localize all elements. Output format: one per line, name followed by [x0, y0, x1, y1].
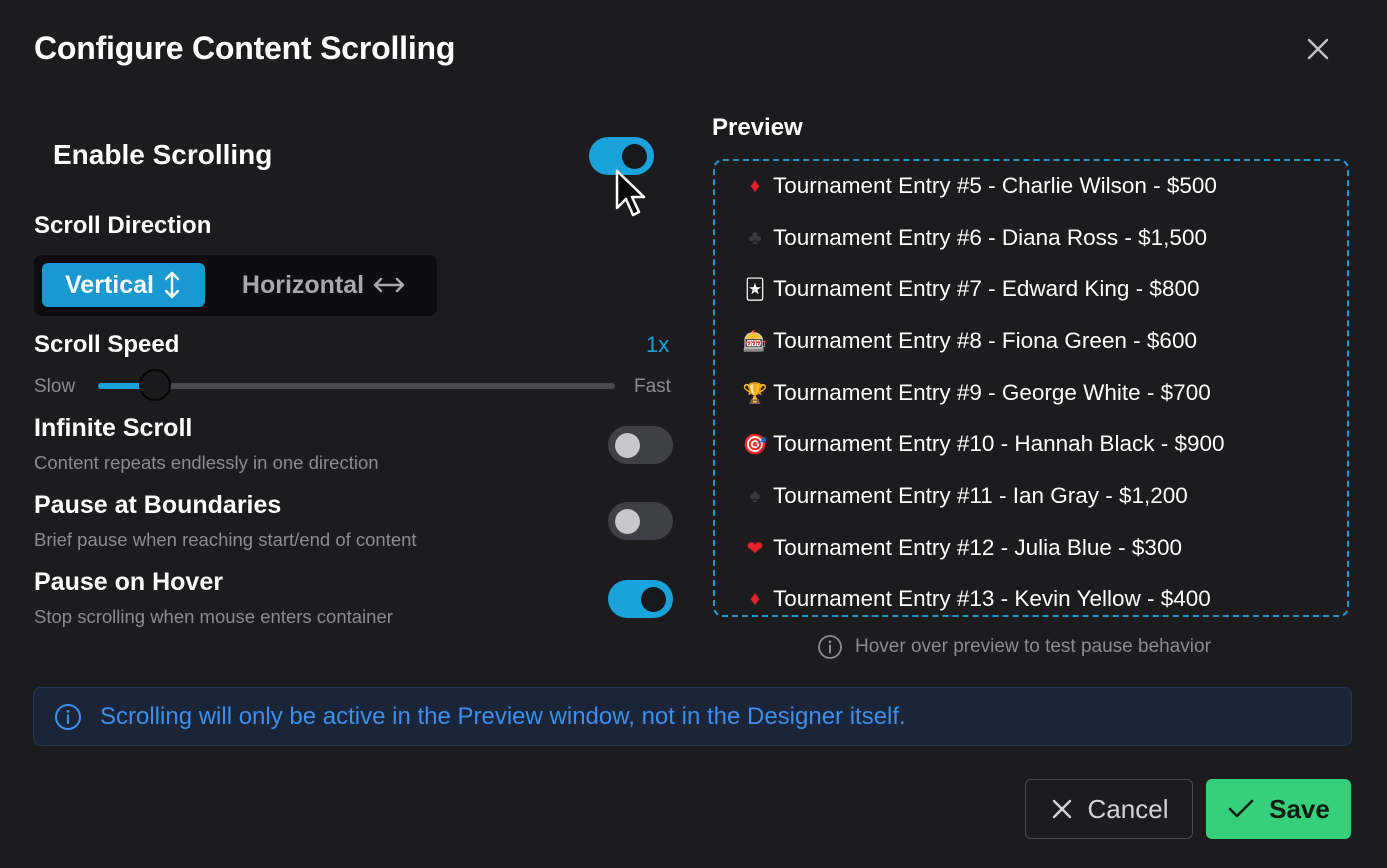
vertical-label: Vertical: [65, 270, 154, 299]
close-icon: [1307, 38, 1329, 60]
info-icon: [55, 704, 81, 730]
entry-text: Tournament Entry #8 - Fiona Green - $600: [773, 328, 1197, 353]
info-banner-text: Scrolling will only be active in the Pre…: [100, 703, 906, 730]
toggle-knob: [641, 587, 666, 612]
info-icon: [818, 635, 842, 659]
scroll-direction-label: Scroll Direction: [34, 212, 212, 239]
target-icon: 🎯: [742, 433, 768, 456]
slot-machine-icon: 🎰: [742, 330, 768, 353]
pause-at-boundaries-toggle[interactable]: [608, 502, 673, 540]
horizontal-label: Horizontal: [241, 270, 365, 299]
vertical-arrows-icon: [164, 271, 180, 299]
entry-text: Tournament Entry #9 - George White - $70…: [773, 380, 1211, 405]
entry-text: Tournament Entry #11 - Ian Gray - $1,200: [773, 483, 1188, 508]
cancel-button[interactable]: Cancel: [1025, 779, 1193, 839]
cancel-label: Cancel: [1087, 793, 1169, 824]
entry-text: Tournament Entry #12 - Julia Blue - $300: [773, 535, 1182, 560]
info-banner: Scrolling will only be active in the Pre…: [33, 687, 1352, 746]
direction-horizontal-button[interactable]: Horizontal: [220, 263, 428, 307]
check-icon: [1228, 799, 1254, 818]
preview-hint-text: Hover over preview to test pause behavio…: [855, 636, 1211, 657]
preview-scroll-container[interactable]: ♦ Tournament Entry #5 - Charlie Wilson - …: [713, 159, 1349, 617]
close-button[interactable]: [1302, 33, 1334, 65]
configure-scrolling-dialog: Configure Content Scrolling Enable Scrol…: [0, 0, 1387, 868]
save-label: Save: [1269, 793, 1330, 824]
pause-on-hover-description: Stop scrolling when mouse enters contain…: [34, 606, 393, 627]
scroll-speed-label: Scroll Speed: [34, 331, 180, 358]
preview-entry: 🃏 Tournament Entry #7 - Edward King - $80…: [741, 273, 1200, 305]
toggle-knob: [615, 509, 640, 534]
dialog-title: Configure Content Scrolling: [34, 30, 456, 66]
pause-at-boundaries-description: Brief pause when reaching start/end of c…: [34, 529, 417, 550]
preview-entry: ♦ Tournament Entry #5 - Charlie Wilson - …: [741, 170, 1217, 202]
toggle-knob: [615, 433, 640, 458]
diamond-icon: ♦: [749, 174, 761, 197]
spade-icon: ♠: [749, 484, 761, 507]
scroll-direction-segmented-control: Vertical Horizontal: [34, 255, 437, 316]
trophy-icon: 🏆: [742, 382, 768, 405]
scroll-speed-slider[interactable]: [98, 369, 615, 401]
save-button[interactable]: Save: [1206, 779, 1351, 839]
infinite-scroll-toggle[interactable]: [608, 426, 673, 464]
preview-entry: ♠ Tournament Entry #11 - Ian Gray - $1,20…: [741, 480, 1188, 512]
entry-text: Tournament Entry #5 - Charlie Wilson - $…: [773, 173, 1217, 198]
preview-entry: ❤ Tournament Entry #12 - Julia Blue - $30…: [741, 532, 1182, 564]
preview-entry: ♦ Tournament Entry #13 - Kevin Yellow - $…: [741, 583, 1211, 615]
club-icon: ♣: [748, 226, 762, 249]
pause-at-boundaries-title: Pause at Boundaries: [34, 491, 282, 519]
diamond-icon: ♦: [749, 587, 761, 610]
entry-text: Tournament Entry #7 - Edward King - $800: [773, 276, 1200, 301]
direction-vertical-button[interactable]: Vertical: [42, 263, 205, 307]
entry-text: Tournament Entry #10 - Hannah Black - $9…: [773, 431, 1225, 456]
entry-text: Tournament Entry #6 - Diana Ross - $1,50…: [773, 225, 1207, 250]
mouse-cursor-icon: [615, 169, 646, 217]
preview-hint: Hover over preview to test pause behavio…: [817, 632, 1211, 662]
pause-on-hover-title: Pause on Hover: [34, 568, 223, 596]
joker-card-icon: 🃏: [744, 278, 766, 301]
slider-thumb[interactable]: [139, 369, 171, 401]
preview-entry: 🎯 Tournament Entry #10 - Hannah Black - $…: [741, 428, 1225, 460]
enable-scrolling-label: Enable Scrolling: [53, 139, 273, 170]
toggle-knob: [622, 144, 647, 169]
pause-on-hover-toggle[interactable]: [608, 580, 673, 618]
preview-entry: 🎰 Tournament Entry #8 - Fiona Green - $60…: [741, 325, 1197, 357]
preview-entry: ♣ Tournament Entry #6 - Diana Ross - $1,5…: [741, 222, 1207, 254]
slider-max-label: Fast: [634, 376, 671, 397]
entry-text: Tournament Entry #13 - Kevin Yellow - $4…: [773, 586, 1211, 611]
horizontal-arrows-icon: [373, 277, 405, 293]
infinite-scroll-description: Content repeats endlessly in one directi…: [34, 452, 379, 473]
heart-icon: ❤: [746, 537, 764, 560]
scroll-speed-value: 1x: [646, 332, 670, 357]
preview-label: Preview: [712, 114, 803, 141]
slider-min-label: Slow: [34, 376, 76, 397]
infinite-scroll-title: Infinite Scroll: [34, 414, 193, 442]
close-icon: [1052, 799, 1071, 819]
preview-entry: 🏆 Tournament Entry #9 - George White - $7…: [741, 377, 1211, 409]
